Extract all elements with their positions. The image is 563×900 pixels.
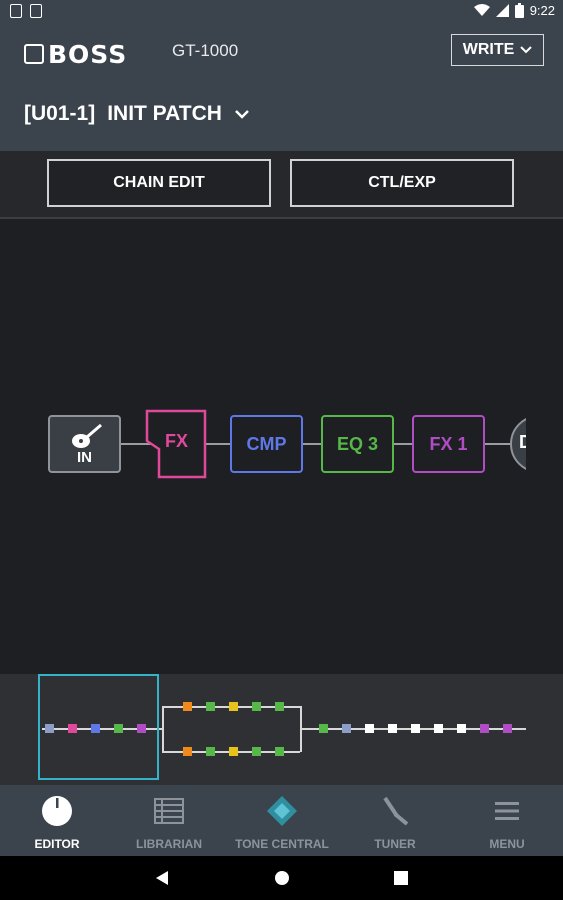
patch-name: INIT PATCH: [107, 102, 222, 125]
overview-line: [162, 706, 164, 752]
signal-icon: [495, 4, 509, 17]
tuner-icon: [383, 796, 409, 826]
home-icon[interactable]: [274, 870, 290, 886]
overview-node: [480, 724, 489, 733]
chain-block-partial[interactable]: D: [510, 415, 526, 473]
overview-node: [411, 724, 420, 733]
block-label: EQ 3: [336, 433, 379, 454]
ctl-exp-label: CTL/EXP: [368, 174, 436, 191]
overview-node: [206, 747, 215, 756]
edit-toolbar: CHAIN EDIT CTL/EXP: [0, 151, 563, 219]
nav-librarian[interactable]: LIBRARIAN: [113, 785, 225, 856]
patch-selector[interactable]: [U01-1] INIT PATCH: [24, 102, 250, 126]
overview-node: [229, 702, 238, 711]
overview-node: [434, 724, 443, 733]
effect-chain-canvas: IN FX CMP EQ 3 FX 1 D: [0, 219, 563, 674]
menu-icon: [495, 802, 519, 820]
tone-central-icon: [267, 796, 297, 826]
status-bar: 9:22: [0, 0, 563, 24]
brand-text: BOSS: [48, 40, 128, 69]
status-time: 9:22: [529, 3, 555, 18]
bottom-navigation: EDITOR LIBRARIAN TONE CENTRAL TUNER MENU: [0, 785, 563, 856]
ctl-exp-button[interactable]: CTL/EXP: [290, 159, 514, 207]
boss-logo: BOSS: [24, 40, 127, 69]
block-label: IN: [77, 448, 92, 466]
app-header: BOSS GT-1000 WRITE [U01-1] INIT PATCH: [0, 24, 563, 151]
overview-node: [457, 724, 466, 733]
overview-node: [206, 702, 215, 711]
chain-overview-minimap[interactable]: [0, 674, 563, 785]
guitar-icon: [71, 423, 102, 448]
write-label: WRITE: [462, 41, 515, 58]
notification-icon: [10, 4, 22, 18]
overview-node: [183, 702, 192, 711]
overview-node: [503, 724, 512, 733]
block-label: FX 1: [429, 433, 468, 454]
nav-tone-central[interactable]: TONE CENTRAL: [226, 785, 338, 856]
overview-node: [275, 702, 284, 711]
patch-id: [U01-1]: [24, 102, 96, 125]
overview-node: [252, 702, 261, 711]
nav-label: TUNER: [374, 837, 416, 851]
chain-edit-label: CHAIN EDIT: [113, 174, 205, 191]
chain-block-input[interactable]: IN: [48, 415, 121, 473]
nav-editor[interactable]: EDITOR: [1, 785, 113, 856]
knob-icon: [42, 796, 72, 826]
nav-menu[interactable]: MENU: [451, 785, 563, 856]
battery-icon: [514, 3, 524, 18]
system-navigation-bar: [0, 856, 563, 900]
nav-tuner[interactable]: TUNER: [339, 785, 451, 856]
overview-node: [275, 747, 284, 756]
chevron-down-icon: [235, 110, 249, 119]
chain-edit-button[interactable]: CHAIN EDIT: [47, 159, 271, 207]
nav-label: LIBRARIAN: [136, 837, 202, 851]
overview-node: [252, 747, 261, 756]
librarian-icon: [154, 798, 184, 824]
device-model: GT-1000: [172, 41, 239, 60]
block-label: FX: [165, 431, 189, 451]
back-icon[interactable]: [155, 870, 169, 886]
write-button[interactable]: WRITE: [451, 34, 544, 66]
nav-label: TONE CENTRAL: [235, 837, 329, 851]
wifi-icon: [473, 4, 490, 16]
overview-node: [319, 724, 328, 733]
recents-icon[interactable]: [394, 871, 408, 885]
overview-node: [388, 724, 397, 733]
nav-label: MENU: [489, 837, 525, 851]
overview-node: [229, 747, 238, 756]
overview-node: [365, 724, 374, 733]
nav-label: EDITOR: [34, 837, 80, 851]
overview-node: [342, 724, 351, 733]
chain-block-fx[interactable]: FX: [145, 409, 207, 479]
chain-block-eq3[interactable]: EQ 3: [321, 415, 394, 473]
block-label: D: [519, 432, 526, 452]
sd-card-icon: [30, 4, 42, 18]
chevron-down-icon: [520, 46, 532, 54]
overview-node: [183, 747, 192, 756]
overview-viewport-frame[interactable]: [38, 674, 159, 780]
chain-block-fx1[interactable]: FX 1: [412, 415, 485, 473]
chain-block-cmp[interactable]: CMP: [230, 415, 303, 473]
block-label: CMP: [246, 433, 287, 454]
